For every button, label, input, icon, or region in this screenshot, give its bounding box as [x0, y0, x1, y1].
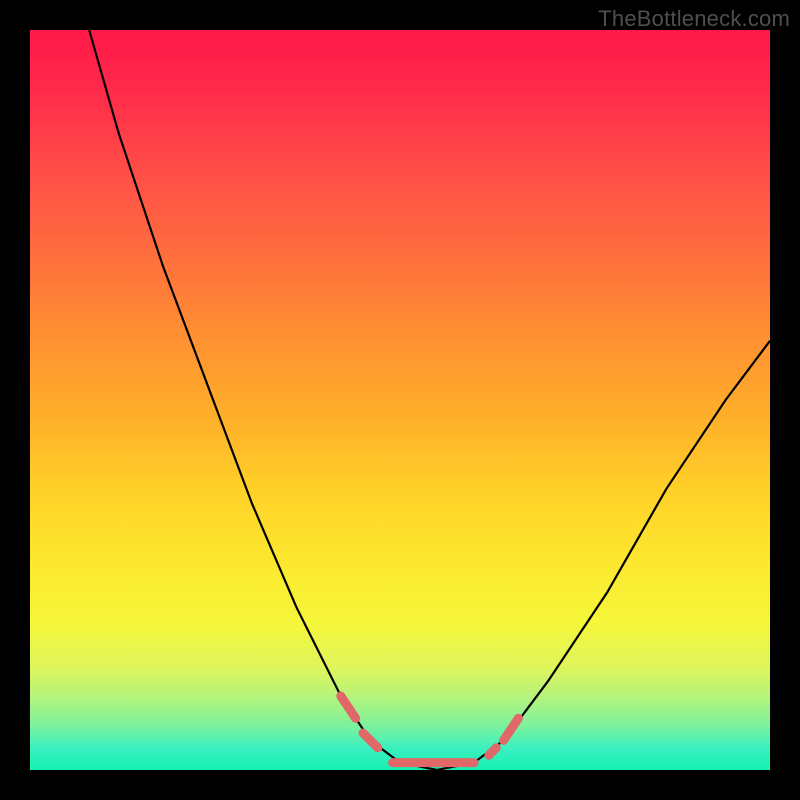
chart-overlay	[30, 30, 770, 770]
watermark-text: TheBottleneck.com	[598, 6, 790, 32]
highlight-segment	[341, 696, 356, 718]
highlight-segments	[341, 696, 519, 763]
bottleneck-curve	[89, 30, 770, 770]
highlight-segment	[363, 733, 378, 748]
highlight-segment	[504, 718, 519, 740]
highlight-segment	[489, 748, 496, 755]
outer-frame: TheBottleneck.com	[0, 0, 800, 800]
